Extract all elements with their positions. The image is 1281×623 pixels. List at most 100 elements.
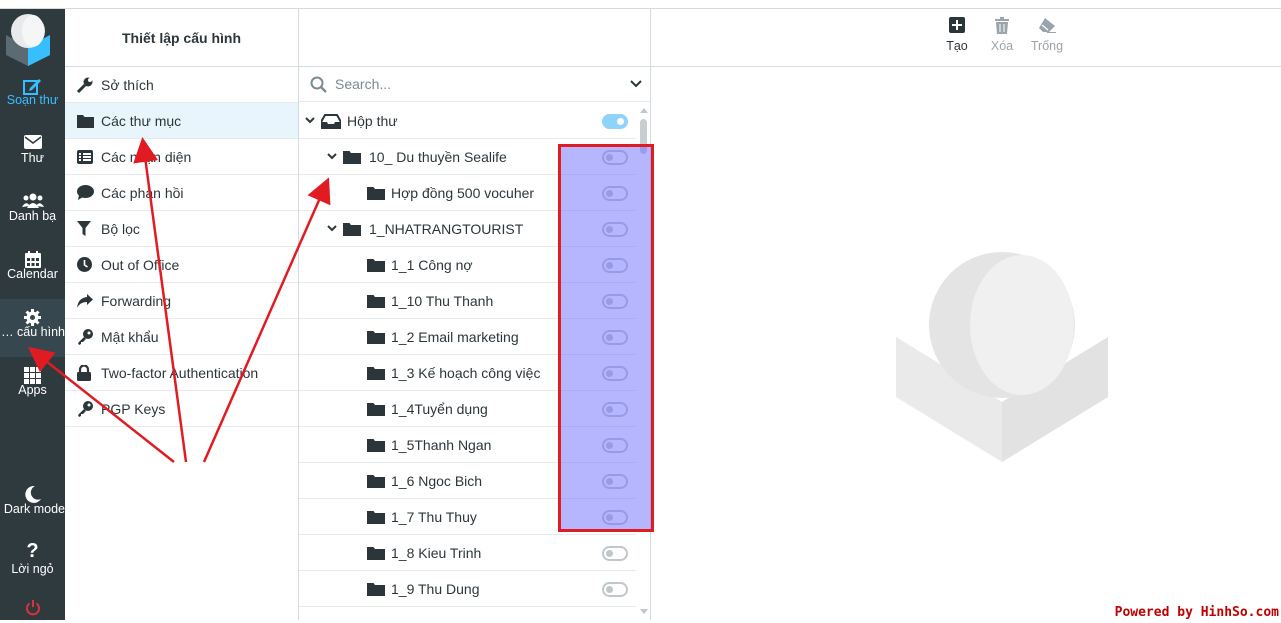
- settings-item-forwarding[interactable]: Forwarding: [65, 283, 298, 319]
- contacts-icon: [0, 183, 65, 209]
- power-icon: [0, 597, 65, 623]
- settings-item-label: Các nhận diện: [101, 149, 191, 165]
- settings-item-folders[interactable]: Các thư mục: [65, 103, 298, 139]
- settings-item-password[interactable]: Mật khẩu: [65, 319, 298, 355]
- folder-name: 1_3 Kế hoạch công việc: [391, 365, 540, 381]
- folder-name: 10_ Du thuyền Sealife: [369, 149, 507, 165]
- comment-icon: [77, 185, 101, 200]
- chevron-down-icon[interactable]: [630, 80, 642, 88]
- folder-search[interactable]: Search...: [299, 67, 650, 102]
- folder-icon: [77, 114, 101, 128]
- delete-button[interactable]: Xóa: [980, 17, 1024, 53]
- nav-dark-mode-label: Dark mode: [0, 502, 65, 516]
- folder-icon: [367, 438, 385, 452]
- empty-button[interactable]: Trống: [1025, 17, 1069, 53]
- nav-compose[interactable]: Soạn thư: [0, 67, 65, 125]
- subscribe-toggle[interactable]: [602, 582, 628, 597]
- plus-square-icon: [935, 17, 979, 39]
- chevron-down-icon[interactable]: [327, 153, 337, 160]
- forward-icon: [77, 294, 101, 308]
- moon-icon: [0, 476, 65, 502]
- folder-icon: [343, 222, 361, 236]
- folder-icon: [367, 186, 385, 200]
- settings-item-label: PGP Keys: [101, 401, 165, 417]
- folder-name: 1_4Tuyển dụng: [391, 401, 488, 417]
- calendar-icon: [0, 241, 65, 267]
- filter-icon: [77, 221, 101, 236]
- folder-row[interactable]: Hộp thư: [299, 103, 636, 139]
- settings-item-label: Sở thích: [101, 77, 154, 93]
- nav-settings[interactable]: Thiết lập cấu hình: [0, 299, 65, 357]
- folder-icon: [367, 474, 385, 488]
- settings-item-identities[interactable]: Các nhận diện: [65, 139, 298, 175]
- folder-icon: [367, 330, 385, 344]
- nav-contacts[interactable]: Danh bạ: [0, 183, 65, 241]
- nav-mail-label: Thư: [0, 151, 65, 165]
- nav-calendar-label: Calendar: [0, 267, 65, 281]
- create-button[interactable]: Tạo: [935, 17, 979, 53]
- subscribe-toggle[interactable]: [602, 546, 628, 561]
- eraser-icon: [1025, 17, 1069, 39]
- folder-list-header: [299, 9, 650, 67]
- search-input[interactable]: Search...: [335, 76, 630, 92]
- scroll-down-icon[interactable]: [640, 609, 648, 614]
- inbox-icon: [321, 114, 341, 129]
- nav-apps[interactable]: Apps: [0, 357, 65, 415]
- trash-icon: [980, 17, 1024, 39]
- compose-icon: [0, 67, 65, 93]
- folder-name: Hộp thư: [347, 113, 398, 129]
- delete-button-label: Xóa: [991, 39, 1013, 53]
- chevron-down-icon[interactable]: [305, 117, 315, 124]
- scroll-up-icon[interactable]: [640, 108, 648, 113]
- folder-name: 1_10 Thu Thanh: [391, 293, 493, 309]
- settings-item-preferences[interactable]: Sở thích: [65, 67, 298, 103]
- chevron-down-icon[interactable]: [327, 225, 337, 232]
- nav-help-label: Lời ngỏ: [0, 562, 65, 576]
- create-button-label: Tạo: [946, 39, 968, 53]
- subscribe-toggle[interactable]: [602, 114, 628, 129]
- nav-settings-label: Thiết lập cấu hình: [0, 325, 65, 339]
- wrench-icon: [77, 77, 101, 93]
- top-bar: [0, 0, 1281, 9]
- folder-name: 1_8 Kieu Trinh: [391, 545, 481, 561]
- folder-icon: [367, 294, 385, 308]
- nav-dark-mode[interactable]: Dark mode: [0, 476, 65, 534]
- folder-icon: [367, 510, 385, 524]
- settings-item-label: Out of Office: [101, 257, 179, 273]
- settings-item-out-of-office[interactable]: Out of Office: [65, 247, 298, 283]
- nav-logout[interactable]: [0, 597, 65, 620]
- folder-icon: [367, 582, 385, 596]
- nav-contacts-label: Danh bạ: [0, 209, 65, 223]
- folder-name: 1_9 Thu Dung: [391, 581, 479, 597]
- settings-item-label: Các thư mục: [101, 113, 181, 129]
- folder-name: 1_5Thanh Ngan: [391, 437, 491, 453]
- settings-item-label: Bộ lọc: [101, 221, 140, 237]
- settings-title: Thiết lập cấu hình: [65, 9, 298, 67]
- folder-icon: [367, 258, 385, 272]
- clock-icon: [77, 257, 101, 272]
- nav-calendar[interactable]: Calendar: [0, 241, 65, 299]
- folder-row[interactable]: 1_9 Thu Dung: [299, 571, 636, 607]
- nav-mail[interactable]: Thư: [0, 125, 65, 183]
- identity-list-icon: [77, 150, 101, 164]
- folder-toolbar: Tạo Xóa Trống: [651, 9, 1281, 67]
- content-frame: [652, 67, 1281, 620]
- settings-item-filters[interactable]: Bộ lọc: [65, 211, 298, 247]
- apps-icon: [0, 357, 65, 383]
- folder-icon: [367, 546, 385, 560]
- settings-item-responses[interactable]: Các phản hồi: [65, 175, 298, 211]
- main-navigation: Soạn thư Thư Danh bạ Calendar Thiết lập …: [0, 9, 65, 620]
- settings-panel: Thiết lập cấu hình Sở thích Các thư mục …: [65, 9, 299, 620]
- question-icon: ?: [0, 534, 65, 562]
- folder-name: 1_2 Email marketing: [391, 329, 519, 345]
- settings-item-pgp-keys[interactable]: PGP Keys: [65, 391, 298, 427]
- settings-item-two-factor[interactable]: Two-factor Authentication: [65, 355, 298, 391]
- folder-name: 1_NHATRANGTOURIST: [369, 221, 523, 237]
- nav-compose-label: Soạn thư: [0, 93, 65, 107]
- folder-icon: [367, 402, 385, 416]
- folder-row[interactable]: 1_8 Kieu Trinh: [299, 535, 636, 571]
- settings-item-label: Mật khẩu: [101, 329, 159, 345]
- nav-help[interactable]: ? Lời ngỏ: [0, 534, 65, 592]
- empty-button-label: Trống: [1031, 39, 1063, 53]
- folder-name: Hợp đồng 500 vocuher: [391, 185, 534, 201]
